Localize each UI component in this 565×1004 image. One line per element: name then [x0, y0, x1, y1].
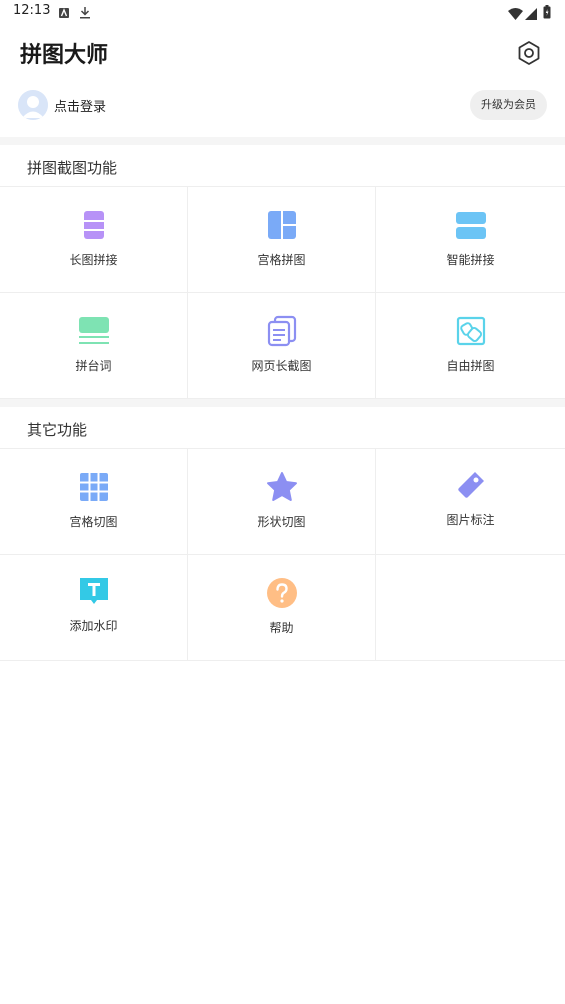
section-divider: [0, 137, 565, 145]
feature-label: 拼台词: [75, 359, 112, 373]
feature-grid-cut[interactable]: 宫格切图: [0, 449, 188, 555]
feature-smart-stitch[interactable]: 智能拼接: [376, 187, 565, 293]
feature-label: 宫格拼图: [257, 253, 306, 267]
settings-button[interactable]: [514, 38, 544, 68]
subtitle-stitch-icon: [78, 317, 109, 344]
login-row[interactable]: 点击登录 升级为会员: [0, 84, 565, 128]
app-notification-icon: [58, 4, 70, 23]
feature-label: 自由拼图: [446, 359, 495, 373]
section-title-other: 其它功能: [27, 421, 88, 439]
feature-subtitle-stitch[interactable]: 拼台词: [0, 293, 188, 399]
section-divider: [0, 399, 565, 407]
login-link[interactable]: 点击登录: [54, 96, 106, 115]
signal-icon: [525, 5, 537, 24]
feature-label: 网页长截图: [251, 359, 312, 373]
webpage-screenshot-icon: [267, 315, 296, 347]
watermark-icon: [79, 578, 108, 604]
free-collage-icon: [456, 316, 485, 346]
feature-free-collage[interactable]: 自由拼图: [376, 293, 565, 399]
feature-label: 帮助: [269, 621, 294, 635]
feature-image-tag[interactable]: 图片标注: [376, 449, 565, 555]
image-tag-icon: [457, 472, 484, 498]
feature-label: 图片标注: [446, 513, 495, 527]
long-image-icon: [83, 211, 104, 239]
feature-grid-collage[interactable]: 宫格拼图: [188, 187, 376, 293]
collage-function-grid: 长图拼接 宫格拼图 智能拼接 拼台词 网页长截图 自由拼图: [0, 187, 565, 399]
settings-hexagon-icon: [518, 41, 540, 65]
feature-label: 智能拼接: [446, 253, 495, 267]
feature-label: 形状切图: [257, 515, 306, 529]
feature-shape-cut[interactable]: 形状切图: [188, 449, 376, 555]
feature-long-image[interactable]: 长图拼接: [0, 187, 188, 293]
other-function-grid: 宫格切图 形状切图 图片标注 添加水印 帮助: [0, 449, 565, 661]
section-title-collage: 拼图截图功能: [27, 159, 118, 177]
avatar[interactable]: [18, 90, 48, 120]
battery-icon: [543, 4, 551, 23]
wifi-icon: [508, 5, 523, 24]
status-time: 12:13: [13, 3, 51, 18]
app-header: 拼图大师: [0, 30, 565, 76]
app-title: 拼图大师: [20, 43, 109, 68]
download-icon: [79, 4, 91, 23]
feature-label: 宫格切图: [69, 515, 118, 529]
feature-label: 添加水印: [69, 619, 118, 633]
shape-cut-icon: [266, 472, 297, 501]
feature-label: 长图拼接: [69, 253, 118, 267]
status-bar: 12:13: [0, 0, 565, 24]
empty-cell: [376, 555, 565, 661]
feature-watermark[interactable]: 添加水印: [0, 555, 188, 661]
smart-stitch-icon: [455, 212, 486, 239]
grid-collage-icon: [267, 211, 296, 239]
feature-webpage-screenshot[interactable]: 网页长截图: [188, 293, 376, 399]
user-avatar-icon: [18, 90, 48, 120]
feature-help[interactable]: 帮助: [188, 555, 376, 661]
grid-cut-icon: [79, 473, 108, 501]
upgrade-vip-button[interactable]: 升级为会员: [470, 90, 547, 120]
help-icon: [266, 578, 297, 608]
